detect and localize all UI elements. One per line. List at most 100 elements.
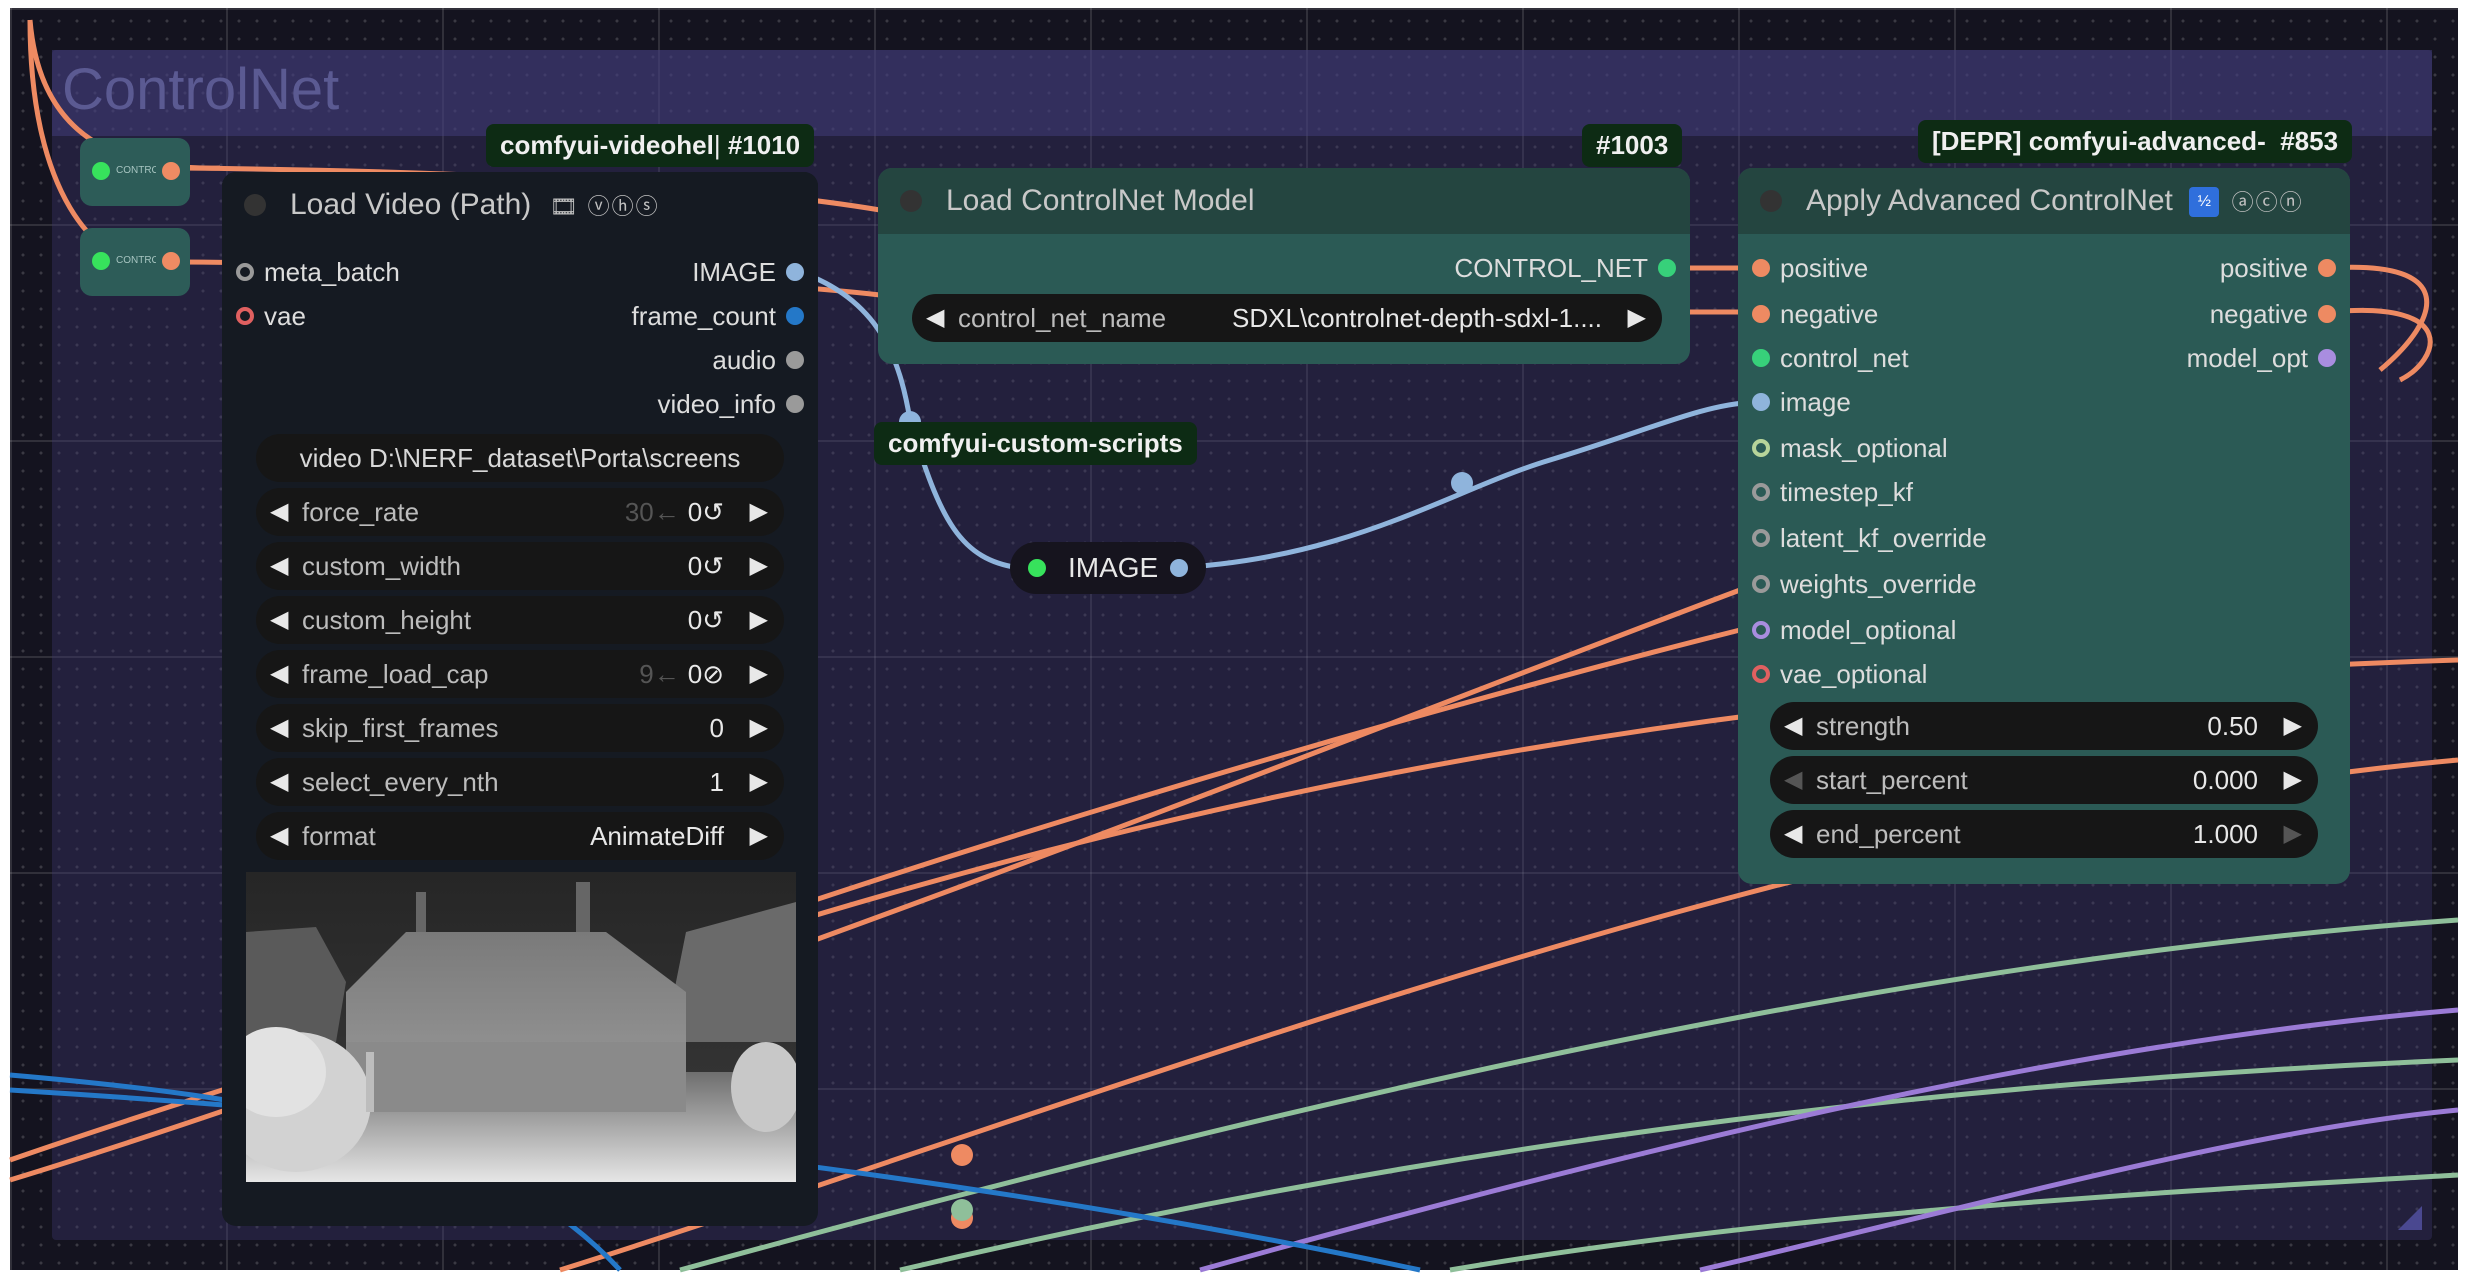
output-dot[interactable]	[786, 395, 804, 413]
input-dot[interactable]	[236, 307, 254, 325]
increment-arrow-icon[interactable]: ▶	[2284, 702, 2302, 750]
input-dot[interactable]	[1752, 259, 1770, 277]
output-audio[interactable]: audio	[712, 340, 804, 380]
widget-custom-height[interactable]: ◀ custom_height 0↺ ▶	[256, 596, 784, 644]
input-mask-optional[interactable]: mask_optional	[1752, 428, 1948, 468]
output-video-info[interactable]: video_info	[657, 384, 804, 424]
output-dot[interactable]	[786, 263, 804, 281]
input-dot[interactable]	[1752, 483, 1770, 501]
input-dot[interactable]	[1752, 575, 1770, 593]
badge-id: #1003	[1596, 130, 1669, 160]
input-dot[interactable]	[1752, 439, 1770, 457]
reroute-label: IMAGE	[1068, 552, 1159, 583]
decrement-arrow-icon[interactable]: ◀	[1784, 702, 1802, 750]
input-control-net[interactable]: control_net	[1752, 338, 1909, 378]
decrement-arrow-icon[interactable]: ◀	[270, 812, 288, 860]
input-dot[interactable]	[1752, 529, 1770, 547]
output-dot[interactable]	[92, 252, 110, 270]
increment-arrow-icon[interactable]: ▶	[750, 758, 768, 806]
input-timestep-kf[interactable]: timestep_kf	[1752, 472, 1913, 512]
widget-select-every-nth[interactable]: ◀ select_every_nth 1 ▶	[256, 758, 784, 806]
decrement-arrow-icon[interactable]: ◀	[270, 704, 288, 752]
decrement-arrow-icon[interactable]: ◀	[1784, 810, 1802, 858]
widget-strength[interactable]: ◀ strength 0.50 ▶	[1770, 702, 2318, 750]
widget-control-net-name[interactable]: ◀ control_net_name SDXL\controlnet-depth…	[912, 294, 1662, 342]
output-negative[interactable]: negative	[2210, 294, 2336, 334]
mini-control-node-1[interactable]: CONTROL	[80, 138, 190, 206]
video-path-field[interactable]: video D:\NERF_dataset\Porta\screens	[256, 434, 784, 482]
increment-arrow-icon[interactable]: ▶	[1628, 294, 1646, 342]
increment-arrow-icon[interactable]: ▶	[750, 542, 768, 590]
input-weights-override[interactable]: weights_override	[1752, 564, 1977, 604]
output-dot[interactable]	[92, 162, 110, 180]
collapse-dot[interactable]	[1760, 190, 1782, 212]
output-dot[interactable]	[786, 351, 804, 369]
widget-skip-first-frames[interactable]: ◀ skip_first_frames 0 ▶	[256, 704, 784, 752]
node-title-bar[interactable]: Apply Advanced ControlNet ½ ⓐⓒⓝ	[1738, 168, 2350, 234]
widget-custom-width[interactable]: ◀ custom_width 0↺ ▶	[256, 542, 784, 590]
collapse-dot[interactable]	[900, 190, 922, 212]
output-model-opt[interactable]: model_opt	[2187, 338, 2336, 378]
output-dot[interactable]	[2318, 259, 2336, 277]
input-dot[interactable]	[1752, 349, 1770, 367]
input-dot[interactable]	[1028, 559, 1046, 577]
widget-format[interactable]: ◀ format AnimateDiff ▶	[256, 812, 784, 860]
decrement-arrow-icon[interactable]: ◀	[926, 294, 944, 342]
output-dot[interactable]	[786, 307, 804, 325]
input-dot[interactable]	[1752, 305, 1770, 323]
input-positive[interactable]: positive	[1752, 248, 1868, 288]
widget-end-percent[interactable]: ◀ end_percent 1.000 ▶	[1770, 810, 2318, 858]
widget-force-rate[interactable]: ◀ force_rate 30← 0↺ ▶	[256, 488, 784, 536]
input-image[interactable]: image	[1752, 382, 1851, 422]
controlnet-icon: ½	[2189, 187, 2220, 218]
input-dot[interactable]	[1752, 621, 1770, 639]
output-dot[interactable]	[2318, 305, 2336, 323]
output-image[interactable]: IMAGE	[692, 252, 804, 292]
decrement-arrow-icon[interactable]: ◀	[270, 596, 288, 644]
increment-arrow-icon[interactable]: ▶	[750, 704, 768, 752]
input-latent-kf-override[interactable]: latent_kf_override	[1752, 518, 1987, 558]
input-dot[interactable]	[1752, 393, 1770, 411]
mini-control-node-2[interactable]: CONTROL	[80, 228, 190, 296]
decrement-arrow-icon[interactable]: ◀	[270, 542, 288, 590]
input-model-optional[interactable]: model_optional	[1752, 610, 1956, 650]
decrement-arrow-icon[interactable]: ◀	[1784, 756, 1802, 804]
node-title-bar[interactable]: Load Video (Path) 🎞 ⓥⓗⓢ	[222, 172, 818, 238]
output-dot[interactable]	[162, 252, 180, 270]
output-positive[interactable]: positive	[2220, 248, 2336, 288]
increment-arrow-icon[interactable]: ▶	[750, 650, 768, 698]
output-dot[interactable]	[1170, 559, 1189, 577]
apply-advanced-controlnet-node[interactable]: Apply Advanced ControlNet ½ ⓐⓒⓝ positive…	[1738, 168, 2350, 884]
slot-label: model_optional	[1780, 615, 1957, 645]
increment-arrow-icon[interactable]: ▶	[2284, 810, 2302, 858]
input-vae[interactable]: vae	[236, 296, 306, 336]
increment-arrow-icon[interactable]: ▶	[750, 812, 768, 860]
load-video-node[interactable]: Load Video (Path) 🎞 ⓥⓗⓢ meta_batch vae I…	[222, 172, 818, 1226]
output-control-net[interactable]: CONTROL_NET	[1454, 248, 1676, 288]
collapse-dot[interactable]	[244, 194, 266, 216]
input-dot[interactable]	[236, 263, 254, 281]
input-vae-optional[interactable]: vae_optional	[1752, 654, 1927, 694]
output-dot[interactable]	[1658, 259, 1676, 277]
increment-arrow-icon[interactable]: ▶	[750, 488, 768, 536]
input-meta-batch[interactable]: meta_batch	[236, 252, 400, 292]
output-dot[interactable]	[162, 162, 180, 180]
node-title-bar[interactable]: Load ControlNet Model	[878, 168, 1690, 234]
increment-arrow-icon[interactable]: ▶	[2284, 756, 2302, 804]
output-dot[interactable]	[2318, 349, 2336, 367]
input-negative[interactable]: negative	[1752, 294, 1878, 334]
decrement-arrow-icon[interactable]: ◀	[270, 758, 288, 806]
increment-arrow-icon[interactable]: ▶	[750, 596, 768, 644]
widget-label: strength	[1816, 711, 1910, 741]
image-reroute-node[interactable]: IMAGE	[1010, 542, 1207, 594]
output-frame-count[interactable]: frame_count	[631, 296, 804, 336]
decrement-arrow-icon[interactable]: ◀	[270, 650, 288, 698]
slot-label: timestep_kf	[1780, 477, 1913, 507]
decrement-arrow-icon[interactable]: ◀	[270, 488, 288, 536]
load-controlnet-node[interactable]: Load ControlNet Model CONTROL_NET ◀ cont…	[878, 168, 1690, 364]
widget-frame-load-cap[interactable]: ◀ frame_load_cap 9← 0⊘ ▶	[256, 650, 784, 698]
group-resize-handle[interactable]	[2398, 1206, 2422, 1230]
widget-start-percent[interactable]: ◀ start_percent 0.000 ▶	[1770, 756, 2318, 804]
input-dot[interactable]	[1752, 665, 1770, 683]
widget-hint: 9←	[639, 659, 680, 689]
